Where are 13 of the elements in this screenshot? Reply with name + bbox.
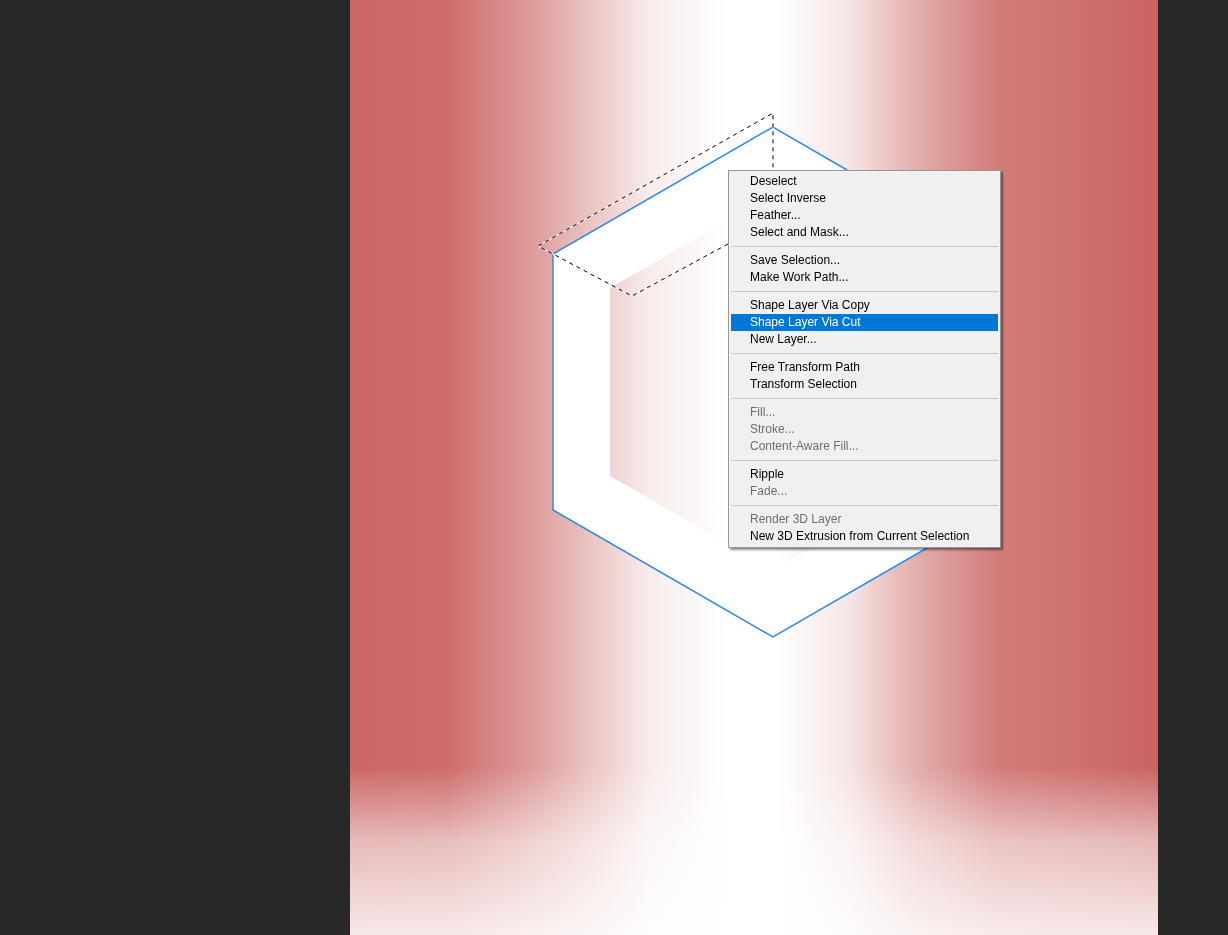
menu-item[interactable]: New Layer...	[731, 331, 998, 348]
menu-item[interactable]: Save Selection...	[731, 252, 998, 269]
menu-item[interactable]: Select Inverse	[731, 190, 998, 207]
menu-item[interactable]: Transform Selection	[731, 376, 998, 393]
menu-item[interactable]: Shape Layer Via Cut	[731, 314, 998, 331]
menu-item[interactable]: New 3D Extrusion from Current Selection	[731, 528, 998, 545]
menu-item[interactable]: Free Transform Path	[731, 359, 998, 376]
menu-item[interactable]: Shape Layer Via Copy	[731, 297, 998, 314]
menu-item[interactable]: Select and Mask...	[731, 224, 998, 241]
menu-item[interactable]: Ripple	[731, 466, 998, 483]
menu-item[interactable]: Deselect	[731, 173, 998, 190]
menu-item[interactable]: Make Work Path...	[731, 269, 998, 286]
menu-item[interactable]: Feather...	[731, 207, 998, 224]
